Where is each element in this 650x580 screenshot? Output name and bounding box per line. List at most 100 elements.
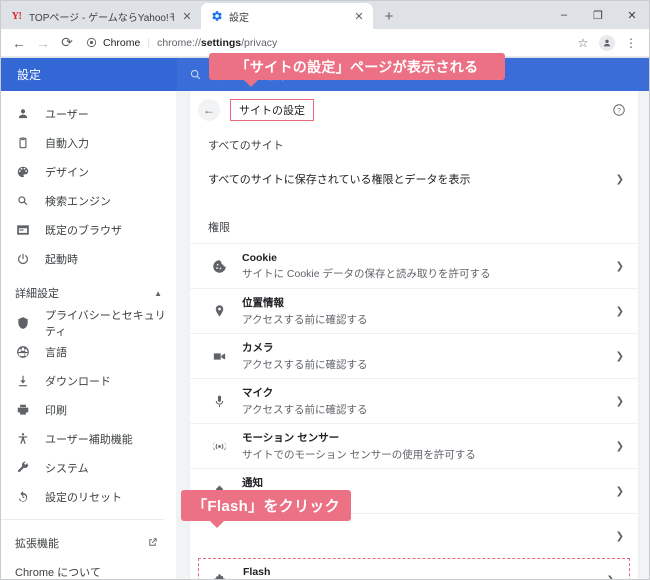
clipboard-icon — [15, 135, 31, 151]
row-motion-sensors[interactable]: モーション センサー サイトでのモーション センサーの使用を許可する ❯ — [190, 423, 638, 468]
sidebar-section-label: 詳細設定 — [15, 288, 59, 300]
row-subtitle: アクセスする前に確認する — [242, 359, 368, 371]
location-pin-icon — [208, 300, 230, 322]
shield-icon — [15, 315, 31, 331]
back-to-settings-button[interactable]: ← — [198, 99, 220, 121]
chevron-up-icon: ▲ — [154, 288, 162, 298]
sidebar-item-reset-settings[interactable]: 設定のリセット — [1, 482, 176, 511]
tab-settings[interactable]: 設定 ✕ — [201, 3, 373, 29]
sidebar-item-languages[interactable]: 言語 — [1, 337, 176, 366]
menu-dots-icon[interactable]: ⋮ — [619, 31, 643, 55]
chevron-right-icon: ❯ — [615, 485, 624, 497]
back-button[interactable]: ← — [7, 31, 31, 55]
palette-icon — [15, 164, 31, 180]
row-subtitle: アクセスする前に確認する — [242, 404, 368, 416]
sidebar-item-privacy-security[interactable]: プライバシーとセキュリティ — [1, 308, 176, 338]
sidebar-item-search-engine[interactable]: 検索エンジン — [1, 186, 176, 215]
page-title: サイトの設定 — [230, 99, 314, 121]
sidebar-item-label: 自動入力 — [45, 137, 89, 150]
section-gap — [190, 197, 638, 211]
group-label-permissions: 権限 — [208, 222, 230, 234]
row-all-sites-data[interactable]: すべてのサイトに保存されている権限とデータを表示 ❯ — [190, 161, 638, 197]
sidebar-item-label: 起動時 — [45, 253, 78, 266]
minimize-button[interactable]: – — [547, 1, 581, 29]
forward-button: → — [36, 34, 50, 51]
row-text: カメラ アクセスする前に確認する — [242, 340, 610, 372]
sidebar-item-label: 検索エンジン — [45, 195, 111, 208]
printer-icon — [15, 402, 31, 418]
row-text: 位置情報 アクセスする前に確認する — [242, 295, 610, 327]
sidebar-item-default-browser[interactable]: 既定のブラウザ — [1, 215, 176, 244]
row-text — [242, 535, 610, 537]
row-location[interactable]: 位置情報 アクセスする前に確認する ❯ — [190, 288, 638, 333]
group-label-all-sites: すべてのサイト — [208, 140, 284, 152]
person-icon — [15, 106, 31, 122]
new-tab-button[interactable]: + — [376, 3, 402, 29]
url-prefix: chrome:// — [157, 36, 201, 49]
reload-button[interactable]: ⟳ — [55, 31, 79, 55]
help-circle-icon[interactable]: ? — [610, 101, 628, 119]
power-icon — [15, 251, 31, 267]
callout-flash: 「Flash」をクリック — [181, 490, 351, 528]
row-text: Cookie サイトに Cookie データの保存と読み取りを許可する — [242, 252, 610, 281]
tab-yahoo[interactable]: Y! TOPページ - ゲームならYahoo!モバゲ ✕ — [1, 3, 201, 29]
sidebar-item-on-startup[interactable]: 起動時 — [1, 244, 176, 273]
row-title: マイク — [242, 387, 274, 399]
hidden-icon — [208, 525, 230, 547]
sidebar-item-label: ダウンロード — [45, 375, 111, 388]
row-title: カメラ — [242, 342, 274, 354]
address-bar[interactable]: Chrome | chrome://settings/privacy — [85, 32, 565, 54]
sidebar-item-downloads[interactable]: ダウンロード — [1, 366, 176, 395]
sidebar-item-about-chrome[interactable]: Chrome について — [1, 557, 176, 580]
scrollbar[interactable] — [639, 91, 649, 579]
sidebar-item-accessibility[interactable]: ユーザー補助機能 — [1, 424, 176, 453]
window-controls: – ❐ ✕ — [547, 1, 649, 29]
row-subtitle: アクセスする前に確認する — [242, 314, 368, 326]
page-header: ← サイトの設定 ? — [190, 91, 638, 129]
download-icon — [15, 373, 31, 389]
row-camera[interactable]: カメラ アクセスする前に確認する ❯ — [190, 333, 638, 378]
chevron-right-icon: ❯ — [615, 395, 624, 407]
sidebar-item-user[interactable]: ユーザー — [1, 99, 176, 128]
close-window-button[interactable]: ✕ — [615, 1, 649, 29]
row-title: 位置情報 — [242, 297, 284, 309]
row-cookie[interactable]: Cookie サイトに Cookie データの保存と読み取りを許可する ❯ — [190, 243, 638, 288]
sidebar-item-label: ユーザー補助機能 — [45, 433, 133, 446]
maximize-button[interactable]: ❐ — [581, 1, 615, 29]
tab-close-icon[interactable]: ✕ — [180, 9, 194, 23]
row-subtitle: サイトでのモーション センサーの使用を許可する — [242, 449, 476, 461]
sidebar-item-autofill[interactable]: 自動入力 — [1, 128, 176, 157]
puzzle-piece-icon — [209, 569, 231, 579]
sidebar-item-label: 設定のリセット — [45, 491, 122, 504]
wrench-icon — [15, 460, 31, 476]
sidebar-item-label: 既定のブラウザ — [45, 224, 122, 237]
sidebar-item-extensions[interactable]: 拡張機能 — [1, 528, 176, 557]
row-microphone[interactable]: マイク アクセスする前に確認する ❯ — [190, 378, 638, 423]
row-flash[interactable]: Flash サイトでの Flash の実行をブロックする ❯ — [198, 558, 630, 579]
url-suffix: /privacy — [241, 36, 278, 49]
search-icon — [189, 68, 202, 81]
omnibox-divider: | — [147, 36, 151, 49]
sidebar-item-system[interactable]: システム — [1, 453, 176, 482]
motion-sensor-icon — [208, 435, 230, 457]
globe-icon — [15, 344, 31, 360]
accessibility-icon — [15, 431, 31, 447]
tab-close-icon[interactable]: ✕ — [352, 9, 366, 23]
row-subtitle: サイトに Cookie データの保存と読み取りを許可する — [242, 267, 491, 280]
avatar-circle — [599, 34, 615, 51]
avatar[interactable] — [595, 31, 619, 55]
tab-strip: Y! TOPページ - ゲームならYahoo!モバゲ ✕ 設定 ✕ + – ❐ … — [1, 1, 649, 29]
sidebar-item-appearance[interactable]: デザイン — [1, 157, 176, 186]
page-info-icon[interactable] — [85, 36, 98, 49]
row-title: Cookie — [242, 251, 278, 264]
sidebar-section-advanced[interactable]: 詳細設定 ▲ — [1, 278, 176, 308]
bookmark-star-icon[interactable]: ☆ — [571, 31, 595, 55]
sidebar-item-label: デザイン — [45, 166, 89, 179]
row-title: 通知 — [242, 477, 263, 489]
row-text: モーション センサー サイトでのモーション センサーの使用を許可する — [242, 430, 610, 462]
settings-title: 設定 — [17, 68, 42, 82]
chevron-right-icon: ❯ — [601, 575, 615, 580]
sidebar-item-printing[interactable]: 印刷 — [1, 395, 176, 424]
yahoo-icon: Y! — [11, 10, 22, 22]
chevron-right-icon: ❯ — [615, 305, 624, 317]
